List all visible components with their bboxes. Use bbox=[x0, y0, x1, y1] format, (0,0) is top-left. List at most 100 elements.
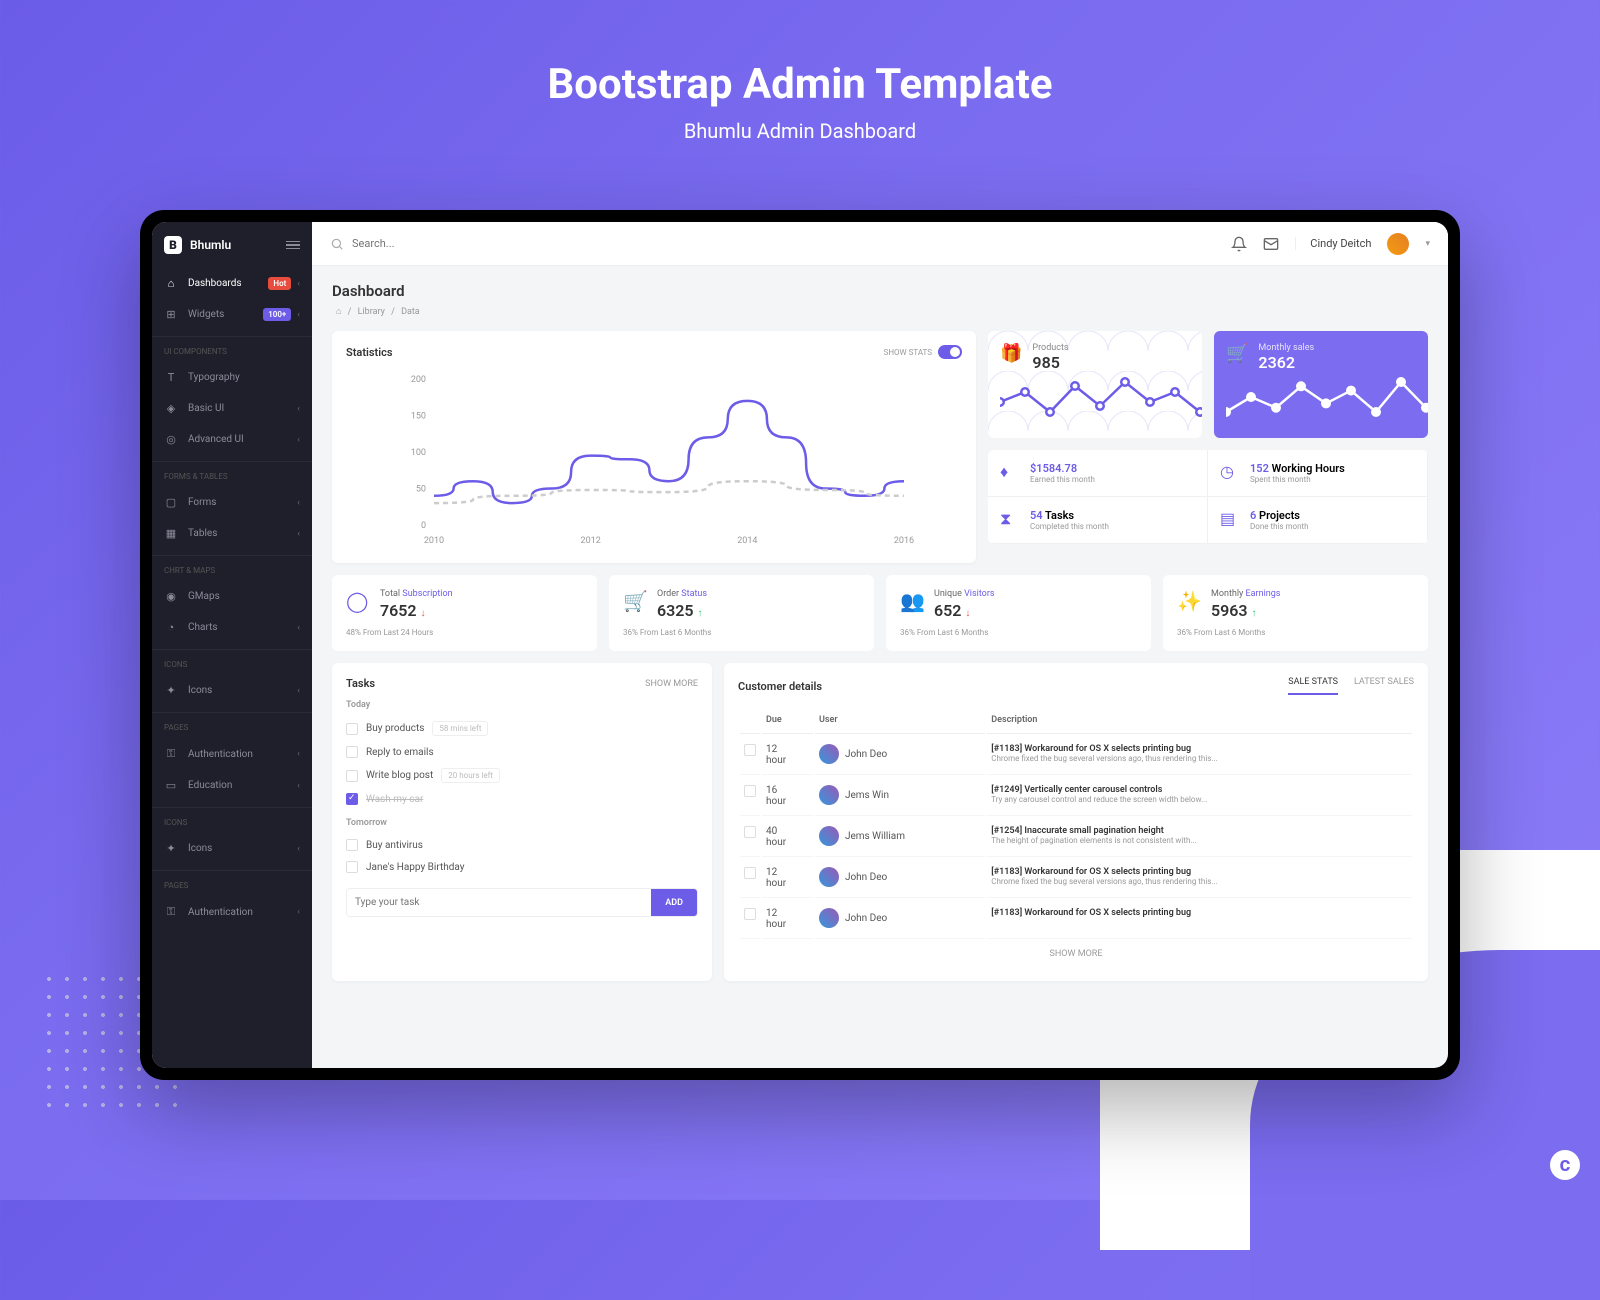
sidebar-item-authentication[interactable]: ⚿Authentication‹ bbox=[152, 896, 312, 928]
checkbox[interactable] bbox=[744, 826, 756, 838]
task-item[interactable]: Buy products58 mins left bbox=[346, 716, 698, 741]
nav-icon: ◉ bbox=[164, 590, 178, 603]
stat-sub: 48% From Last 24 Hours bbox=[346, 628, 583, 637]
corner-logo-icon: C bbox=[1550, 1150, 1580, 1180]
tab-latest-sales[interactable]: LATEST SALES bbox=[1354, 677, 1414, 695]
checkbox[interactable] bbox=[346, 839, 358, 851]
sidebar-item-icons[interactable]: ✦Icons‹ bbox=[152, 675, 312, 706]
nav-icon: ▢ bbox=[164, 496, 178, 509]
stats-toggle[interactable] bbox=[938, 345, 962, 359]
sidebar-item-basic-ui[interactable]: ◈Basic UI‹ bbox=[152, 393, 312, 424]
tasks-show-more[interactable]: SHOW MORE bbox=[645, 679, 698, 689]
products-sparkline bbox=[1000, 372, 1202, 422]
products-tile[interactable]: 🎁 Products 985 bbox=[988, 331, 1202, 438]
sidebar-item-advanced-ui[interactable]: ◎Advanced UI‹ bbox=[152, 424, 312, 455]
task-item[interactable]: Jane's Happy Birthday bbox=[346, 856, 698, 878]
due-cell: 12hour bbox=[762, 900, 813, 939]
checkbox[interactable] bbox=[346, 793, 358, 805]
hero-title: Bootstrap Admin Template bbox=[547, 60, 1052, 109]
breadcrumb-item[interactable]: Data bbox=[401, 307, 420, 317]
table-row[interactable]: 16hourJems Win[#1249] Vertically center … bbox=[740, 777, 1412, 816]
breadcrumb-item[interactable]: Library bbox=[358, 307, 385, 317]
info-cell: ▤ 6 ProjectsDone this month bbox=[1208, 497, 1428, 544]
stat-icon: 🛒 bbox=[623, 589, 647, 613]
trend-icon: ↓ bbox=[965, 608, 970, 619]
mail-icon[interactable] bbox=[1263, 236, 1279, 252]
breadcrumb[interactable]: ⌂ / Library / Data bbox=[332, 306, 1428, 317]
bell-icon[interactable] bbox=[1231, 236, 1247, 252]
task-item[interactable]: Reply to emails bbox=[346, 741, 698, 763]
nav-label: Authentication bbox=[188, 907, 291, 918]
table-row[interactable]: 12hourJohn Deo[#1183] Workaround for OS … bbox=[740, 736, 1412, 775]
checkbox[interactable] bbox=[346, 770, 358, 782]
info-icon: ▤ bbox=[1220, 509, 1240, 531]
checkbox[interactable] bbox=[346, 746, 358, 758]
table-header: Description bbox=[987, 707, 1412, 734]
hamburger-icon[interactable] bbox=[286, 241, 300, 250]
user-avatar bbox=[819, 908, 839, 928]
nav-label: GMaps bbox=[188, 591, 300, 602]
sidebar-item-forms[interactable]: ▢Forms‹ bbox=[152, 487, 312, 518]
avatar[interactable] bbox=[1387, 233, 1409, 255]
task-input[interactable] bbox=[347, 889, 651, 916]
stat-label: Unique Visitors bbox=[934, 589, 995, 599]
task-item[interactable]: Write blog post20 hours left bbox=[346, 763, 698, 788]
table-row[interactable]: 12hourJohn Deo[#1183] Workaround for OS … bbox=[740, 900, 1412, 939]
nav-icon: ✦ bbox=[164, 842, 178, 855]
nav-icon: ✦ bbox=[164, 684, 178, 697]
sidebar-item-tables[interactable]: ▦Tables‹ bbox=[152, 518, 312, 549]
chevron-down-icon[interactable]: ▾ bbox=[1425, 239, 1430, 249]
section-title: Forms & Tables bbox=[152, 461, 312, 487]
desc-title: [#1183] Workaround for OS X selects prin… bbox=[991, 744, 1408, 754]
monthly-sales-tile[interactable]: 🛒 Monthly sales 2362 bbox=[1214, 331, 1428, 438]
breadcrumb-item[interactable]: ⌂ bbox=[336, 307, 341, 317]
brand-name: Bhumlu bbox=[190, 238, 286, 252]
info-value: $1584.78 bbox=[1030, 462, 1095, 475]
table-row[interactable]: 12hourJohn Deo[#1183] Workaround for OS … bbox=[740, 859, 1412, 898]
desc-sub: Try any carousel control and reduce the … bbox=[991, 795, 1408, 804]
nav-icon: ▭ bbox=[164, 779, 178, 792]
sidebar-item-gmaps[interactable]: ◉ GMaps bbox=[152, 581, 312, 612]
user-name[interactable]: Cindy Deitch bbox=[1295, 237, 1371, 250]
due-cell: 40hour bbox=[762, 818, 813, 857]
checkbox[interactable] bbox=[744, 867, 756, 879]
stat-sub: 36% From Last 6 Months bbox=[623, 628, 860, 637]
sidebar-item-dashboards[interactable]: ⌂DashboardsHot‹ bbox=[152, 268, 312, 299]
sidebar-item-charts[interactable]: ◔Charts‹ bbox=[152, 612, 312, 643]
checkbox[interactable] bbox=[744, 785, 756, 797]
checkbox[interactable] bbox=[346, 861, 358, 873]
task-item[interactable]: Wash my car bbox=[346, 788, 698, 810]
table-row[interactable]: 40hourJems William[#1254] Inaccurate sma… bbox=[740, 818, 1412, 857]
tasks-title: Tasks bbox=[346, 677, 375, 690]
tab-sale-stats[interactable]: SALE STATS bbox=[1288, 677, 1338, 695]
info-value: 6 Projects bbox=[1250, 509, 1309, 522]
task-item[interactable]: Buy antivirus bbox=[346, 834, 698, 856]
stat-sub: 36% From Last 6 Months bbox=[900, 628, 1137, 637]
task-text: Reply to emails bbox=[366, 747, 434, 758]
checkbox[interactable] bbox=[744, 908, 756, 920]
topbar: Cindy Deitch ▾ bbox=[312, 222, 1448, 266]
due-cell: 16hour bbox=[762, 777, 813, 816]
user-avatar bbox=[819, 744, 839, 764]
stat-icon: 👥 bbox=[900, 589, 924, 613]
desc-title: [#1183] Workaround for OS X selects prin… bbox=[991, 908, 1408, 918]
sidebar-item-icons[interactable]: ✦Icons‹ bbox=[152, 833, 312, 864]
customers-show-more[interactable]: SHOW MORE bbox=[738, 941, 1414, 967]
checkbox[interactable] bbox=[346, 723, 358, 735]
sidebar-item-typography[interactable]: TTypography bbox=[152, 362, 312, 393]
info-sub: Done this month bbox=[1250, 522, 1309, 531]
stat-icon: ✨ bbox=[1177, 589, 1201, 613]
table-header: User bbox=[815, 707, 985, 734]
due-cell: 12hour bbox=[762, 859, 813, 898]
sidebar-item-widgets[interactable]: ⊞Widgets100+‹ bbox=[152, 299, 312, 330]
trend-icon: ↑ bbox=[698, 608, 703, 619]
add-task-button[interactable]: ADD bbox=[651, 889, 697, 916]
chevron-icon: ‹ bbox=[297, 279, 300, 289]
checkbox[interactable] bbox=[744, 744, 756, 756]
chevron-icon: ‹ bbox=[297, 623, 300, 633]
task-section-label: Today bbox=[346, 700, 698, 710]
sidebar-item-authentication[interactable]: ⚿Authentication‹ bbox=[152, 738, 312, 770]
sidebar-item-education[interactable]: ▭Education‹ bbox=[152, 770, 312, 801]
desc-title: [#1183] Workaround for OS X selects prin… bbox=[991, 867, 1408, 877]
search-input[interactable] bbox=[352, 237, 552, 250]
